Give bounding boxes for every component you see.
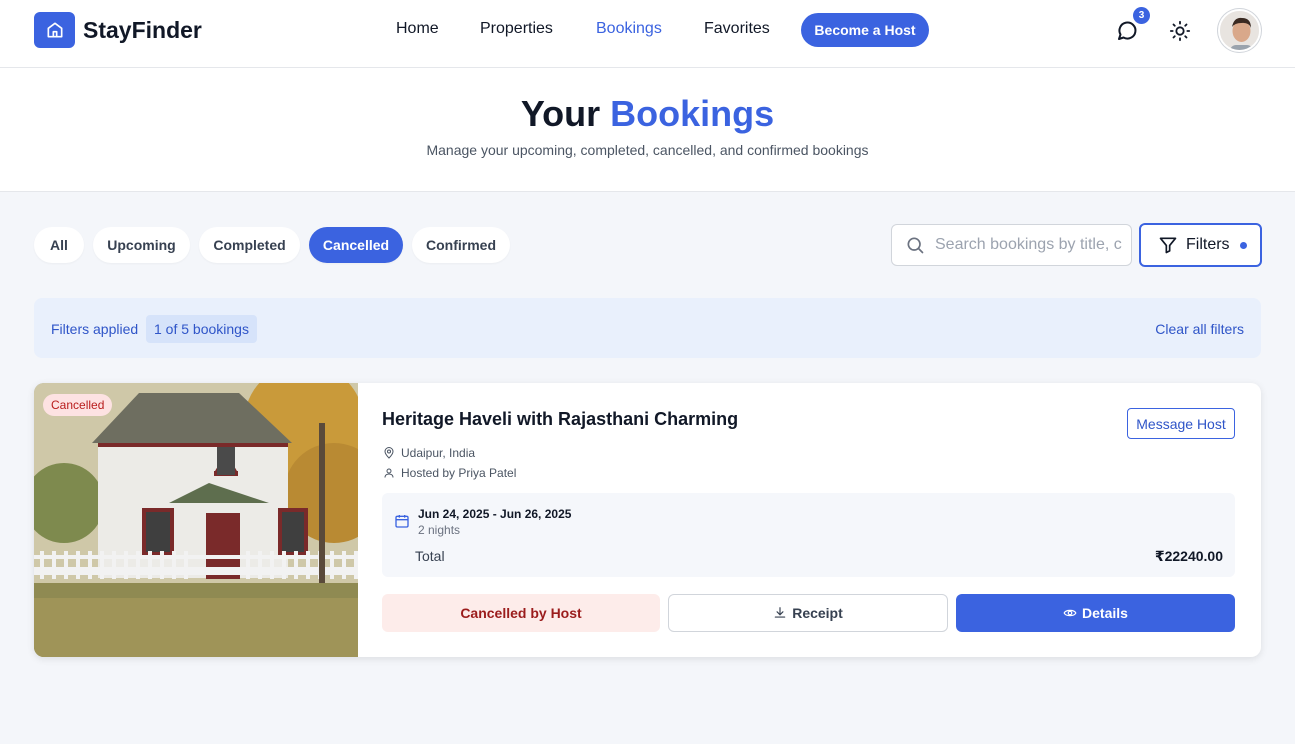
receipt-label: Receipt bbox=[792, 605, 843, 621]
cancelled-by-host-status: Cancelled by Host bbox=[382, 594, 660, 632]
filters-button[interactable]: Filters bbox=[1139, 223, 1262, 267]
page-title-part1: Your bbox=[520, 93, 601, 134]
page-subtitle: Manage your upcoming, completed, cancell… bbox=[426, 142, 869, 158]
details-button[interactable]: Details bbox=[956, 594, 1235, 632]
property-title[interactable]: Heritage Haveli with Rajasthani Charming bbox=[382, 409, 738, 430]
brand-name: StayFinder bbox=[83, 16, 202, 43]
user-icon bbox=[383, 467, 401, 479]
page-header: Your Bookings Manage your upcoming, comp… bbox=[0, 68, 1295, 192]
top-navbar: StayFinder Home Properties Bookings Favo… bbox=[0, 0, 1295, 68]
nav-bookings[interactable]: Bookings bbox=[596, 20, 662, 38]
message-host-button[interactable]: Message Host bbox=[1127, 408, 1235, 439]
status-badge: Cancelled bbox=[43, 394, 113, 416]
eye-icon bbox=[1063, 606, 1082, 620]
booking-card: Cancelled Heritage Haveli with Rajasthan… bbox=[34, 383, 1261, 657]
property-host: Hosted by Priya Patel bbox=[383, 466, 516, 480]
booking-nights: 2 nights bbox=[418, 523, 461, 537]
filters-applied-bar: Filters applied 1 of 5 bookings Clear al… bbox=[34, 298, 1261, 358]
booking-summary: Jun 24, 2025 - Jun 26, 2025 2 nights Tot… bbox=[382, 493, 1235, 577]
page-title: Your Bookings bbox=[0, 93, 1295, 135]
notification-badge: 3 bbox=[1133, 7, 1150, 24]
property-image[interactable]: Cancelled bbox=[34, 383, 384, 657]
property-location: Udaipur, India bbox=[383, 446, 475, 460]
clear-filters-link[interactable]: Clear all filters bbox=[1155, 321, 1244, 337]
search-input[interactable] bbox=[935, 236, 1125, 254]
brand-logo[interactable]: StayFinder bbox=[34, 12, 202, 48]
details-label: Details bbox=[1082, 605, 1128, 621]
host-text: Hosted by Priya Patel bbox=[401, 466, 517, 480]
search-icon bbox=[905, 235, 925, 255]
filters-applied-label: Filters applied bbox=[51, 321, 139, 337]
total-value: ₹22240.00 bbox=[1154, 548, 1223, 564]
filters-active-dot bbox=[1239, 241, 1247, 249]
sun-icon[interactable] bbox=[1169, 20, 1191, 42]
location-text: Udaipur, India bbox=[401, 446, 476, 460]
booking-dates: Jun 24, 2025 - Jun 26, 2025 bbox=[418, 507, 572, 521]
nav-home[interactable]: Home bbox=[396, 20, 439, 38]
total-label: Total bbox=[415, 548, 445, 564]
filter-icon bbox=[1158, 235, 1178, 255]
chat-icon[interactable] bbox=[1115, 19, 1139, 43]
tab-all[interactable]: All bbox=[34, 227, 84, 263]
tab-upcoming[interactable]: Upcoming bbox=[93, 227, 190, 263]
nav-favorites[interactable]: Favorites bbox=[704, 20, 770, 38]
map-pin-icon bbox=[383, 447, 401, 459]
tab-completed[interactable]: Completed bbox=[199, 227, 300, 263]
tab-cancelled[interactable]: Cancelled bbox=[309, 227, 403, 263]
home-icon bbox=[34, 12, 75, 48]
receipt-button[interactable]: Receipt bbox=[668, 594, 948, 632]
results-count: 1 of 5 bookings bbox=[146, 315, 257, 343]
page-title-part2: Bookings bbox=[610, 93, 775, 134]
search-box bbox=[891, 224, 1132, 266]
filters-label: Filters bbox=[1186, 236, 1230, 253]
nav-properties[interactable]: Properties bbox=[480, 20, 553, 38]
download-icon bbox=[773, 606, 792, 620]
avatar[interactable] bbox=[1218, 9, 1261, 52]
calendar-icon bbox=[394, 513, 410, 534]
tab-confirmed[interactable]: Confirmed bbox=[412, 227, 510, 263]
become-host-button[interactable]: Become a Host bbox=[801, 13, 929, 47]
